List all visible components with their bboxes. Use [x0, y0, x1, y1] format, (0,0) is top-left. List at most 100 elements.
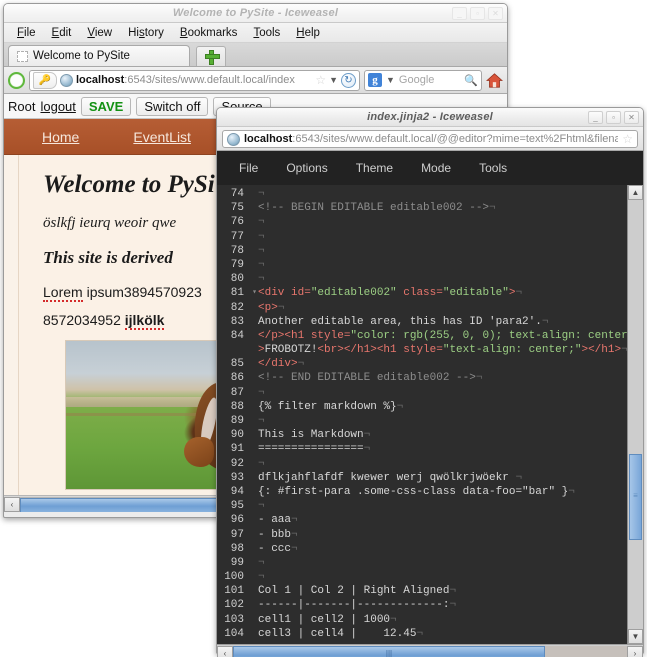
chevron-down-icon[interactable]: ▼: [329, 75, 338, 85]
code-line[interactable]: 88 {% filter markdown %}¬: [217, 400, 627, 414]
scroll-down-arrow-icon[interactable]: ▼: [628, 629, 643, 644]
code-line-text: ¬: [258, 386, 265, 400]
code-line[interactable]: 89 ¬: [217, 414, 627, 428]
switch-off-button[interactable]: Switch off: [136, 96, 209, 116]
close-icon[interactable]: ✕: [488, 7, 503, 20]
scroll-left-arrow-icon[interactable]: ‹: [4, 496, 20, 512]
editor-titlebar[interactable]: index.jinja2 - Iceweasel _ ▫ ✕: [217, 108, 643, 127]
bookmark-star-icon[interactable]: ☆: [622, 132, 633, 146]
search-icon[interactable]: 🔍: [464, 74, 478, 87]
site-nav-home[interactable]: Home: [42, 129, 79, 145]
editor-vertical-scrollbar[interactable]: ▲ ≡ ▼: [627, 185, 643, 644]
menu-history[interactable]: History: [121, 26, 171, 40]
scroll-left-arrow-icon[interactable]: ‹: [217, 646, 233, 657]
google-icon[interactable]: g: [368, 73, 382, 87]
code-line[interactable]: 76 ¬: [217, 215, 627, 229]
reload-circle-icon[interactable]: ↻: [341, 72, 356, 88]
code-line[interactable]: 87 ¬: [217, 386, 627, 400]
code-fold-icon: [251, 301, 258, 315]
code-line[interactable]: 101 Col 1 | Col 2 | Right Aligned¬: [217, 584, 627, 598]
reload-icon[interactable]: [8, 71, 25, 89]
code-line[interactable]: 84 </p><h1 style="color: rgb(255, 0, 0); …: [217, 329, 627, 357]
editor-window-controls[interactable]: _ ▫ ✕: [588, 111, 639, 124]
code-fold-icon[interactable]: ▾: [251, 286, 258, 300]
scroll-right-arrow-icon[interactable]: ›: [627, 646, 643, 657]
code-line[interactable]: 104 cell3 | cell4 | 12.45¬: [217, 627, 627, 641]
code-line[interactable]: 100 ¬: [217, 570, 627, 584]
menu-tools[interactable]: Tools: [246, 26, 287, 40]
scroll-up-arrow-icon[interactable]: ▲: [628, 185, 643, 200]
editor-vertical-scrollbar-thumb[interactable]: ≡: [629, 454, 642, 540]
code-line[interactable]: 79 ¬: [217, 258, 627, 272]
main-navbar[interactable]: 🔑 localhost:6543/sites/www.default.local…: [4, 67, 507, 94]
editor-navbar[interactable]: localhost:6543/sites/www.default.local/@…: [217, 127, 643, 151]
main-window-controls[interactable]: _ ▫ ✕: [452, 7, 503, 20]
code-line-text: - bbb¬: [258, 528, 298, 542]
code-line[interactable]: 97 - bbb¬: [217, 528, 627, 542]
code-fold-icon: [251, 215, 258, 229]
maximize-icon[interactable]: ▫: [470, 7, 485, 20]
code-line[interactable]: 86 <!-- END EDITABLE editable002 -->¬: [217, 371, 627, 385]
code-line[interactable]: 85 </div>¬: [217, 357, 627, 371]
code-line[interactable]: 94 {: #first-para .some-css-class data-fo…: [217, 485, 627, 499]
url-bar[interactable]: 🔑 localhost:6543/sites/www.default.local…: [29, 69, 360, 91]
code-fold-icon: [251, 400, 258, 414]
main-menubar[interactable]: File Edit View History Bookmarks Tools H…: [4, 23, 507, 43]
identity-key-icon[interactable]: 🔑: [33, 71, 57, 89]
main-titlebar[interactable]: Welcome to PySite - Iceweasel _ ▫ ✕: [4, 4, 507, 23]
code-line[interactable]: 82 <p>¬: [217, 301, 627, 315]
home-icon[interactable]: [486, 72, 503, 88]
editor-menu-theme[interactable]: Theme: [356, 161, 393, 175]
code-line[interactable]: 77 ¬: [217, 230, 627, 244]
editor-menu-tools[interactable]: Tools: [479, 161, 507, 175]
code-line[interactable]: 81 ▾ <div id="editable002" class="editable…: [217, 286, 627, 300]
code-line[interactable]: 93 dflkjahflafdf kwewer werj qwölkrjwöekr…: [217, 471, 627, 485]
code-token: </div>: [258, 358, 298, 371]
code-line[interactable]: 103 cell1 | cell2 | 1000¬: [217, 613, 627, 627]
editor-horizontal-scrollbar-thumb[interactable]: |||: [233, 645, 545, 657]
search-input[interactable]: Google: [399, 74, 460, 86]
code-line[interactable]: 92 ¬: [217, 457, 627, 471]
editor-vscroll-trough[interactable]: ≡: [628, 200, 643, 629]
menu-file[interactable]: File: [10, 26, 43, 40]
editor-horizontal-scrollbar[interactable]: ‹ ||| ›: [217, 644, 643, 657]
editor-hscroll-trough[interactable]: |||: [233, 645, 627, 657]
tab-welcome-to-pysite[interactable]: Welcome to PySite: [8, 45, 190, 66]
editor-menubar[interactable]: File Options Theme Mode Tools: [217, 151, 643, 185]
save-button[interactable]: SAVE: [80, 96, 132, 116]
search-bar[interactable]: g ▼ Google 🔍: [364, 69, 482, 91]
code-line[interactable]: 102 ------|-------|-------------:¬: [217, 598, 627, 612]
code-line[interactable]: 96 - aaa¬: [217, 513, 627, 527]
menu-edit[interactable]: Edit: [45, 26, 79, 40]
code-line[interactable]: 78 ¬: [217, 244, 627, 258]
code-line[interactable]: 75 <!-- BEGIN EDITABLE editable002 -->¬: [217, 201, 627, 215]
minimize-icon[interactable]: _: [588, 111, 603, 124]
code-line[interactable]: 83 Another editable area, this has ID 'pa…: [217, 315, 627, 329]
code-line[interactable]: 91 ================¬: [217, 442, 627, 456]
editor-menu-options[interactable]: Options: [286, 161, 327, 175]
site-nav-eventlist[interactable]: EventList: [133, 129, 191, 145]
main-tabbar[interactable]: Welcome to PySite: [4, 43, 507, 67]
new-tab-button[interactable]: [196, 46, 226, 66]
editor-url-bar[interactable]: localhost:6543/sites/www.default.local/@…: [222, 130, 638, 148]
menu-view[interactable]: View: [80, 26, 119, 40]
maximize-icon[interactable]: ▫: [606, 111, 621, 124]
code-line[interactable]: 99 ¬: [217, 556, 627, 570]
logout-link[interactable]: logout: [40, 99, 75, 114]
code-line[interactable]: 90 This is Markdown¬: [217, 428, 627, 442]
close-icon[interactable]: ✕: [624, 111, 639, 124]
code-token: cell3 | cell4 | 12.45: [258, 627, 417, 640]
code-editor[interactable]: 74 ¬ 75 <!-- BEGIN EDITABLE editable002 -->…: [217, 185, 627, 644]
code-line[interactable]: 98 - ccc¬: [217, 542, 627, 556]
editor-window[interactable]: index.jinja2 - Iceweasel _ ▫ ✕ localhost…: [216, 107, 644, 657]
menu-help[interactable]: Help: [289, 26, 327, 40]
code-line[interactable]: 74 ¬: [217, 187, 627, 201]
code-line[interactable]: 95 ¬: [217, 499, 627, 513]
search-engine-chevron-icon[interactable]: ▼: [386, 75, 395, 85]
menu-bookmarks[interactable]: Bookmarks: [173, 26, 245, 40]
minimize-icon[interactable]: _: [452, 7, 467, 20]
code-line[interactable]: 80 ¬: [217, 272, 627, 286]
editor-menu-file[interactable]: File: [239, 161, 258, 175]
editor-menu-mode[interactable]: Mode: [421, 161, 451, 175]
bookmark-star-icon[interactable]: ☆: [315, 73, 326, 87]
